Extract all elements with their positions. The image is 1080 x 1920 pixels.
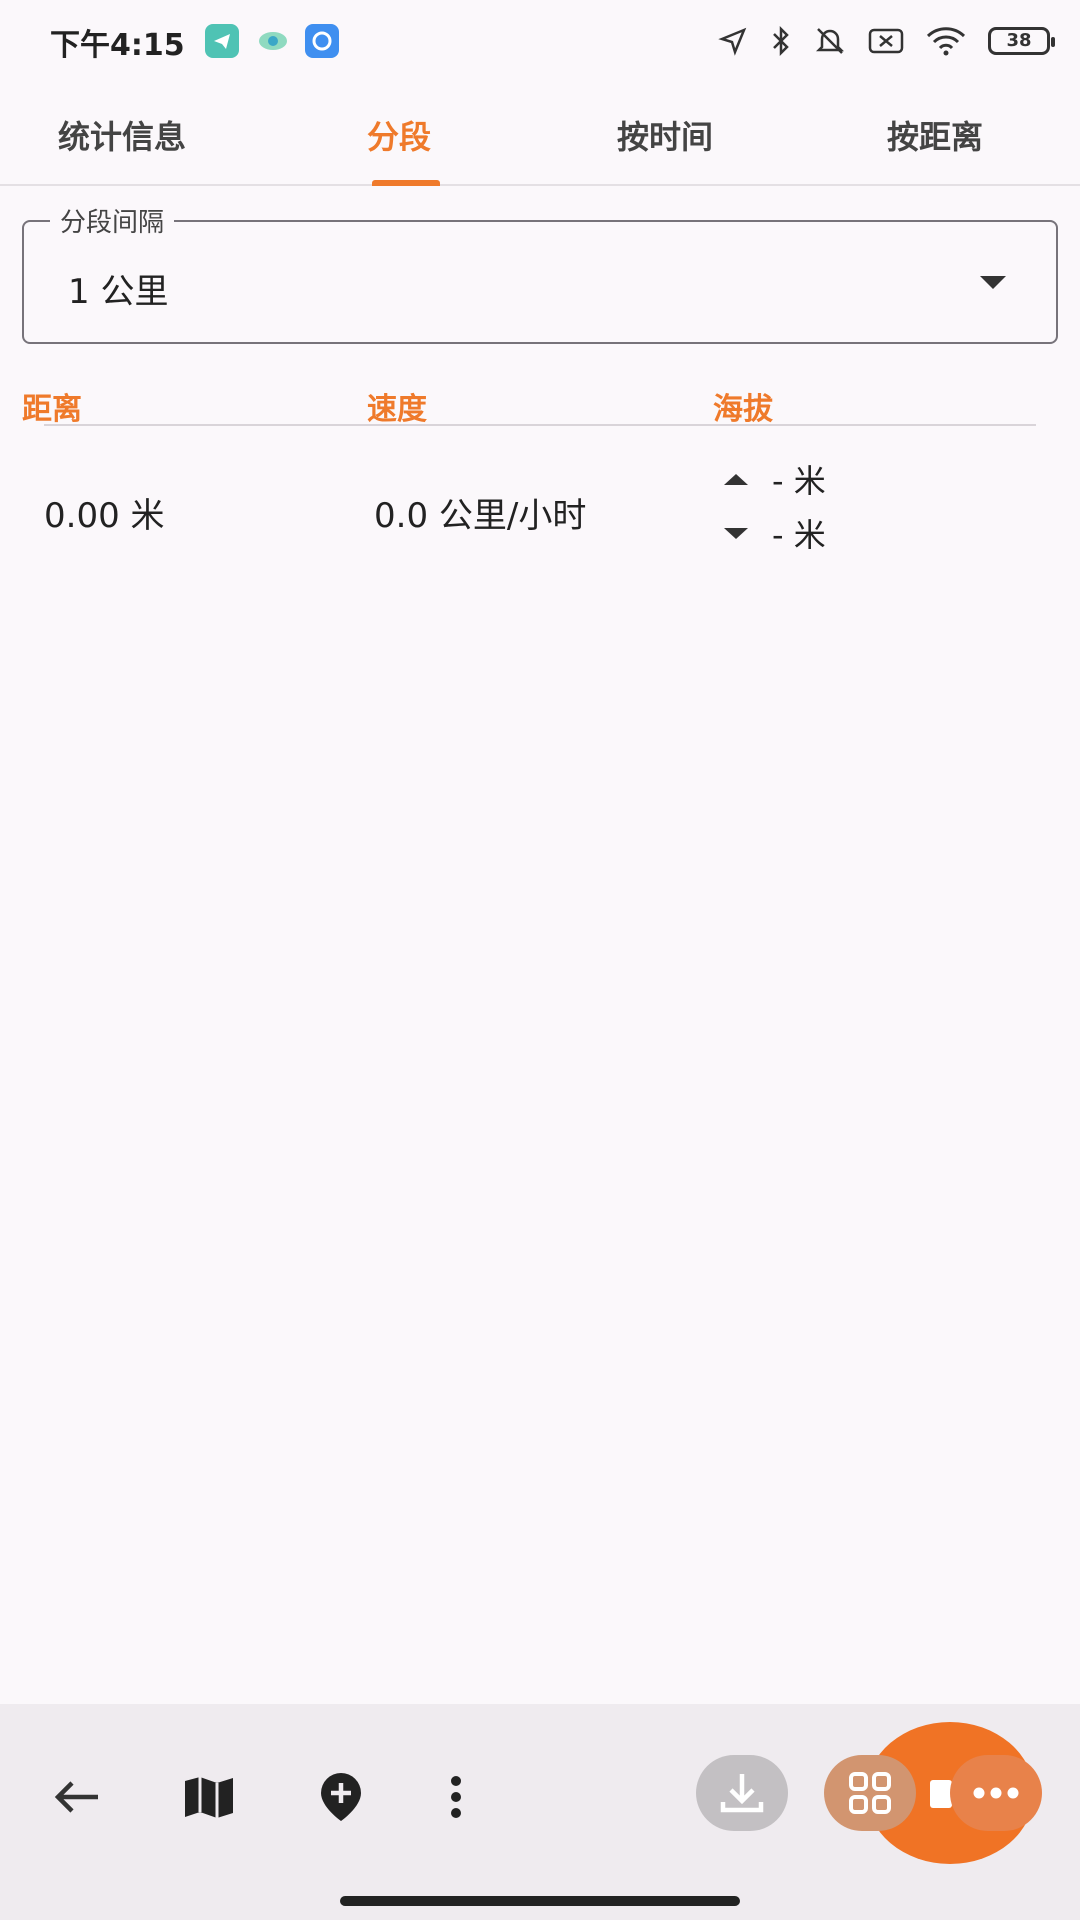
chevron-down-icon — [980, 276, 1006, 289]
more-vert-icon — [451, 1776, 461, 1818]
stop-icon[interactable] — [930, 1780, 952, 1808]
app-icon — [305, 24, 339, 58]
elevation-up-value: - 米 — [772, 462, 826, 500]
arrow-down-icon — [724, 527, 748, 539]
tab-by-distance[interactable]: 按距离 — [887, 112, 983, 158]
wifi-icon — [926, 27, 966, 56]
distance-cell: 0.00 米 — [44, 496, 165, 536]
telegram-icon — [205, 24, 239, 58]
tab-statistics[interactable]: 统计信息 — [58, 112, 186, 158]
segment-interval-value: 1 公里 — [68, 272, 169, 312]
download-icon — [720, 1774, 764, 1813]
column-header-speed: 速度 — [367, 392, 427, 427]
bluetooth-icon — [773, 25, 789, 57]
tab-by-time[interactable]: 按时间 — [617, 112, 713, 158]
download-button[interactable] — [696, 1755, 788, 1831]
more-horiz-icon — [973, 1787, 1019, 1799]
column-header-elevation: 海拔 — [713, 392, 773, 427]
tab-segments[interactable]: 分段 — [367, 112, 431, 158]
add-place-icon — [321, 1773, 361, 1821]
status-icons: 38 — [718, 22, 1055, 60]
no-sim-icon — [868, 28, 904, 54]
speed-cell: 0.0 公里/小时 — [374, 496, 587, 536]
more-horiz-button[interactable] — [950, 1755, 1042, 1831]
bell-muted-icon — [815, 28, 845, 54]
tab-indicator — [372, 180, 440, 186]
grid-icon — [849, 1772, 891, 1814]
location-arrow-icon — [718, 27, 747, 56]
elevation-up: - 米 — [724, 456, 826, 502]
add-place-button[interactable] — [306, 1762, 376, 1832]
elevation-down: - 米 — [724, 510, 826, 556]
segment-interval-dropdown[interactable]: 分段间隔 1 公里 — [22, 202, 1058, 344]
elevation-down-value: - 米 — [772, 516, 826, 554]
map-icon — [185, 1777, 233, 1818]
status-bar: 下午4:15 38 — [0, 0, 1080, 82]
header-divider — [44, 424, 1036, 426]
back-arrow-icon — [54, 1781, 98, 1813]
segment-interval-label: 分段间隔 — [50, 202, 175, 239]
map-button[interactable] — [174, 1762, 244, 1832]
arrow-up-icon — [724, 473, 748, 485]
status-time: 下午4:15 — [50, 28, 185, 63]
grid-button[interactable] — [824, 1755, 916, 1831]
column-header-distance: 距离 — [22, 392, 82, 427]
eye-app-icon — [256, 24, 290, 58]
back-button[interactable] — [42, 1762, 112, 1832]
home-indicator[interactable] — [340, 1896, 740, 1906]
battery-icon: 38 — [988, 27, 1055, 55]
tab-bar: 统计信息 分段 按时间 按距离 — [0, 82, 1080, 186]
more-options-button[interactable] — [421, 1762, 491, 1832]
